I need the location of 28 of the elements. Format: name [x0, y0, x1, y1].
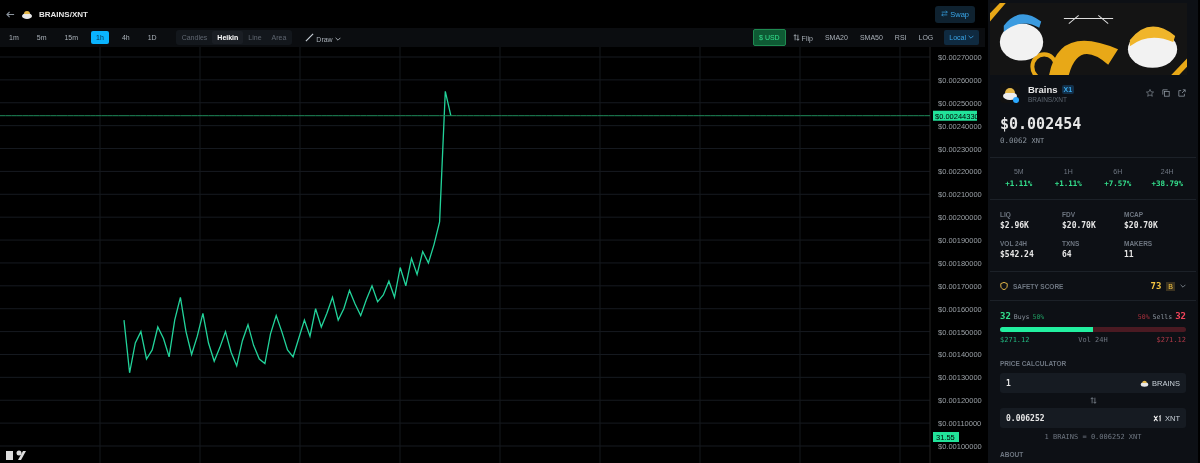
chevron-icon[interactable]: [1180, 283, 1186, 289]
stat-value: $2.96K: [1000, 221, 1030, 230]
swap-arrows-icon: [941, 9, 949, 17]
stat-value: 11: [1124, 250, 1135, 259]
token-logo-icon: [21, 9, 33, 19]
tradingview-logo-icon: [6, 450, 26, 460]
stat-value: $542.24: [1000, 250, 1035, 259]
usd-price: $0.002454: [999, 114, 1083, 133]
stat-value: $20.70K: [1124, 221, 1159, 230]
up-down-arrows-icon: [792, 33, 800, 41]
back-icon[interactable]: [6, 9, 15, 19]
stat-value: 64: [1062, 250, 1073, 259]
chevron-down-icon: [334, 35, 341, 42]
token-logo-icon: [1140, 379, 1150, 387]
star-icon[interactable]: [1146, 89, 1154, 97]
sells-count: 32: [1175, 311, 1186, 321]
copy-icon[interactable]: [1162, 89, 1170, 97]
pencil-icon: [305, 32, 315, 42]
safety-score: 73: [1150, 281, 1162, 291]
chevron-down-icon: [968, 34, 974, 40]
token-name: Brains: [1028, 83, 1058, 95]
external-link-icon[interactable]: [1178, 89, 1186, 97]
pair-title: BRAINS/XNT: [39, 9, 88, 19]
swap-direction-icon[interactable]: [1089, 397, 1097, 404]
stat-value: $20.70K: [1062, 221, 1097, 230]
buys-count: 32: [1000, 311, 1011, 321]
shield-icon: [1000, 282, 1008, 290]
x1-logo-icon: [1153, 414, 1162, 422]
